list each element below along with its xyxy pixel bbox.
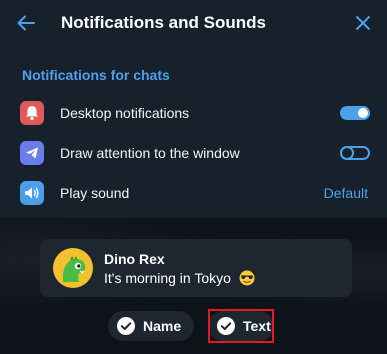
dino-avatar-icon bbox=[62, 256, 86, 282]
toggle-knob bbox=[356, 106, 370, 120]
back-button[interactable] bbox=[13, 10, 39, 36]
toggle-knob bbox=[340, 146, 354, 160]
close-icon bbox=[356, 16, 370, 30]
section-title: Notifications for chats bbox=[22, 67, 170, 83]
speaker-icon bbox=[20, 181, 44, 205]
check-circle-icon bbox=[117, 317, 135, 335]
setting-play-sound[interactable]: Play sound Default bbox=[0, 173, 387, 213]
preview-message: It's morning in Tokyo bbox=[104, 269, 255, 287]
sound-default-link[interactable]: Default bbox=[324, 184, 368, 202]
setting-label: Desktop notifications bbox=[60, 105, 190, 121]
settings-panel: Notifications and Sounds Notifications f… bbox=[0, 0, 387, 218]
preview-sender-name: Dino Rex bbox=[104, 251, 165, 267]
preview-message-text: It's morning in Tokyo bbox=[104, 270, 231, 286]
send-icon bbox=[20, 141, 44, 165]
setting-draw-attention[interactable]: Draw attention to the window bbox=[0, 133, 387, 173]
chip-label: Name bbox=[143, 318, 182, 334]
avatar bbox=[53, 248, 93, 288]
draw-attention-toggle[interactable] bbox=[340, 146, 370, 160]
page-title: Notifications and Sounds bbox=[61, 13, 266, 32]
highlight-box bbox=[208, 309, 274, 343]
arrow-left-icon bbox=[17, 15, 35, 31]
setting-label: Draw attention to the window bbox=[60, 145, 240, 161]
setting-desktop-notifications[interactable]: Desktop notifications bbox=[0, 93, 387, 133]
setting-label: Play sound bbox=[60, 185, 130, 201]
close-button[interactable] bbox=[350, 10, 376, 36]
desktop-notifications-toggle[interactable] bbox=[340, 106, 370, 120]
name-option-chip[interactable]: Name bbox=[108, 311, 194, 341]
bell-icon bbox=[20, 101, 44, 125]
sunglasses-emoji-icon bbox=[239, 270, 255, 286]
